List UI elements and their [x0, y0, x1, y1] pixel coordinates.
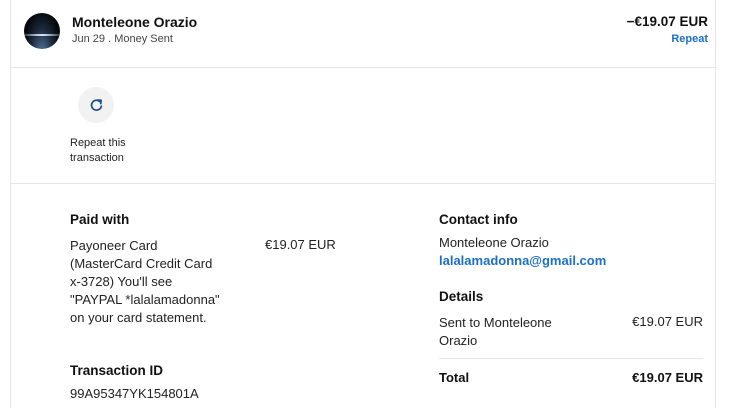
- payment-method: Payoneer Card (MasterCard Credit Card x-…: [70, 238, 220, 325]
- transaction-amount: −€19.07 EUR: [626, 14, 708, 29]
- transaction-id-heading: Transaction ID: [70, 363, 164, 378]
- repeat-transaction-button[interactable]: [78, 87, 114, 123]
- divider: [10, 183, 716, 184]
- sent-to-label: Sent to Monteleone Orazio: [439, 315, 552, 348]
- repeat-link[interactable]: Repeat: [671, 33, 708, 45]
- recipient-name: Monteleone Orazio: [72, 14, 198, 30]
- paid-amount: €19.07 EUR: [265, 237, 336, 252]
- transaction-subtitle: Jun 29 . Money Sent: [72, 33, 173, 45]
- paid-with-heading: Paid with: [70, 212, 130, 227]
- details-heading: Details: [439, 289, 484, 304]
- repeat-transaction-label: Repeat this transaction: [70, 137, 126, 164]
- total-amount: €19.07 EUR: [632, 370, 703, 385]
- refresh-icon: [89, 98, 104, 113]
- transaction-id-value: 99A95347YK154801A: [70, 386, 199, 401]
- contact-info-heading: Contact info: [439, 212, 518, 227]
- contact-name: Monteleone Orazio: [439, 235, 549, 250]
- contact-email-link[interactable]: lalalamadonna@gmail.com: [439, 253, 606, 268]
- sent-amount: €19.07 EUR: [632, 314, 703, 329]
- details-divider: [439, 358, 703, 359]
- divider: [10, 67, 716, 68]
- transaction-card: [10, 0, 716, 408]
- total-label: Total: [439, 370, 470, 385]
- avatar: [24, 13, 60, 49]
